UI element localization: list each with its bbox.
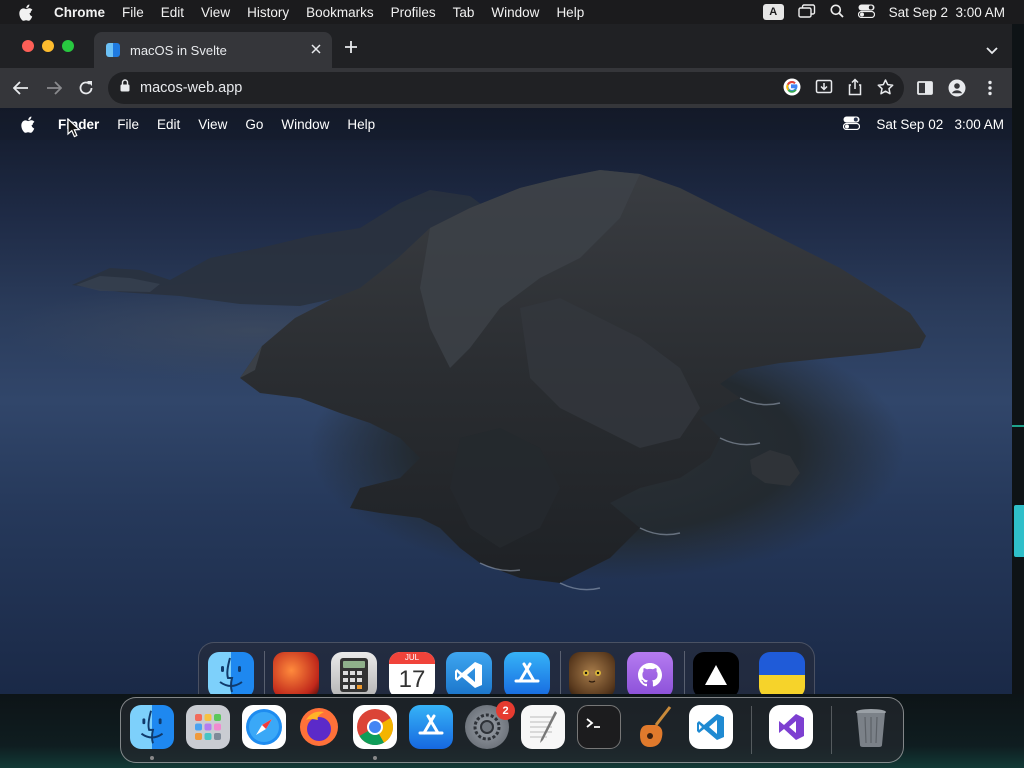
- calendar-month-label: JUL: [389, 652, 435, 664]
- background-edge: [1012, 24, 1024, 768]
- chrome-icon[interactable]: [353, 705, 397, 749]
- forward-arrow-icon[interactable]: [45, 79, 63, 97]
- mouse-cursor-icon: [67, 117, 81, 143]
- chrome-menu-icon[interactable]: [981, 79, 999, 97]
- calculator-icon[interactable]: [331, 652, 377, 694]
- host-menu-file[interactable]: File: [114, 5, 153, 20]
- finder-favicon-icon: [106, 43, 120, 57]
- inner-app-name[interactable]: Finder: [56, 117, 108, 132]
- browser-toolbar: macos-web.app: [0, 68, 1012, 108]
- host-menu-history[interactable]: History: [239, 5, 298, 20]
- host-menu-profiles[interactable]: Profiles: [382, 5, 444, 20]
- back-arrow-icon[interactable]: [12, 79, 30, 97]
- input-source-badge[interactable]: A: [762, 4, 784, 20]
- host-menu-bookmarks[interactable]: Bookmarks: [298, 5, 383, 20]
- inner-menu-go[interactable]: Go: [236, 117, 272, 132]
- lock-icon[interactable]: [120, 79, 130, 97]
- host-menu-tab[interactable]: Tab: [444, 5, 483, 20]
- tab-macos-in-svelte[interactable]: macOS in Svelte: [94, 32, 332, 68]
- chrome-running-dot: [373, 756, 377, 760]
- window-close-button[interactable]: [22, 40, 34, 52]
- cat-icon[interactable]: [569, 652, 615, 694]
- inner-apple-menu-icon[interactable]: [0, 116, 56, 133]
- inner-menu-view[interactable]: View: [189, 117, 236, 132]
- visual-studio-icon[interactable]: [769, 705, 813, 749]
- url-text[interactable]: macos-web.app: [140, 80, 242, 96]
- inner-menu-file[interactable]: File: [108, 117, 148, 132]
- vscode-icon[interactable]: [689, 705, 733, 749]
- host-clock[interactable]: Sat Sep 2 3:00 AM: [889, 5, 1005, 20]
- finder-icon[interactable]: [130, 705, 174, 749]
- host-dock: 2: [120, 697, 904, 763]
- garageband-icon[interactable]: [633, 705, 677, 749]
- background-accent-line: [1012, 425, 1024, 427]
- terminal-icon[interactable]: [577, 705, 621, 749]
- bookmark-star-icon[interactable]: [877, 79, 894, 100]
- calendar-day-label: 17: [398, 666, 426, 693]
- dock-separator: [831, 706, 832, 754]
- catalina-island-wallpaper: [72, 170, 926, 591]
- firefox-icon[interactable]: [297, 705, 341, 749]
- app-store-icon[interactable]: [409, 705, 453, 749]
- share-icon[interactable]: [847, 78, 863, 101]
- dock-separator: [751, 706, 752, 754]
- macos-web-desktop[interactable]: Finder File Edit View Go Window Help Sat…: [0, 108, 1012, 694]
- host-menu-window[interactable]: Window: [483, 5, 548, 20]
- inner-clock[interactable]: Sat Sep 02 3:00 AM: [876, 117, 1004, 132]
- host-menu-edit[interactable]: Edit: [152, 5, 192, 20]
- safari-icon[interactable]: [242, 705, 286, 749]
- ukraine-flag-icon[interactable]: [759, 652, 805, 694]
- inner-menu-help[interactable]: Help: [338, 117, 384, 132]
- inner-control-center-icon[interactable]: [843, 116, 861, 133]
- inner-menu-bar: Finder File Edit View Go Window Help Sat…: [0, 108, 1012, 140]
- tab-search-chevron-icon[interactable]: [986, 42, 998, 60]
- inner-menu-edit[interactable]: Edit: [148, 117, 189, 132]
- apple-menu-icon[interactable]: [0, 4, 52, 21]
- calendar-icon[interactable]: JUL 17: [389, 652, 435, 694]
- reload-icon[interactable]: [77, 79, 95, 97]
- wallpapers-icon[interactable]: [273, 652, 319, 694]
- dock-separator: [684, 651, 685, 694]
- vscode-icon[interactable]: [446, 652, 492, 694]
- install-app-icon[interactable]: [815, 78, 833, 101]
- dock-separator: [560, 651, 561, 694]
- inner-dock: JUL 17: [198, 642, 815, 694]
- new-tab-icon[interactable]: [344, 40, 358, 59]
- host-menu-bar: Chrome File Edit View History Bookmarks …: [0, 0, 1024, 24]
- background-accent-block: [1014, 505, 1024, 557]
- textedit-icon[interactable]: [521, 705, 565, 749]
- inner-menu-window[interactable]: Window: [272, 117, 338, 132]
- host-menu-help[interactable]: Help: [548, 5, 593, 20]
- app-store-icon[interactable]: [504, 652, 550, 694]
- launchpad-icon[interactable]: [186, 705, 230, 749]
- side-panel-icon[interactable]: [916, 79, 934, 97]
- vercel-icon[interactable]: [693, 652, 739, 694]
- settings-notification-badge: 2: [496, 701, 515, 720]
- chrome-window: macOS in Svelte macos-web.app Finder Fil…: [0, 24, 1012, 694]
- google-lens-icon[interactable]: [783, 78, 801, 101]
- control-center-icon[interactable]: [857, 4, 875, 21]
- profile-avatar-icon[interactable]: [948, 79, 966, 97]
- tab-close-icon[interactable]: [308, 41, 324, 57]
- host-menu-view[interactable]: View: [193, 5, 239, 20]
- github-icon[interactable]: [627, 652, 673, 694]
- tab-strip: macOS in Svelte: [0, 24, 1012, 68]
- trash-icon[interactable]: [849, 705, 893, 749]
- address-bar[interactable]: macos-web.app: [108, 72, 904, 104]
- window-minimize-button[interactable]: [42, 40, 54, 52]
- spotlight-search-icon[interactable]: [830, 4, 844, 21]
- screen-mirroring-icon[interactable]: [797, 3, 816, 21]
- window-maximize-button[interactable]: [62, 40, 74, 52]
- finder-icon[interactable]: [208, 652, 254, 694]
- host-app-name[interactable]: Chrome: [52, 5, 114, 20]
- finder-running-dot: [150, 756, 154, 760]
- tab-title: macOS in Svelte: [130, 42, 227, 58]
- dock-separator: [264, 651, 265, 694]
